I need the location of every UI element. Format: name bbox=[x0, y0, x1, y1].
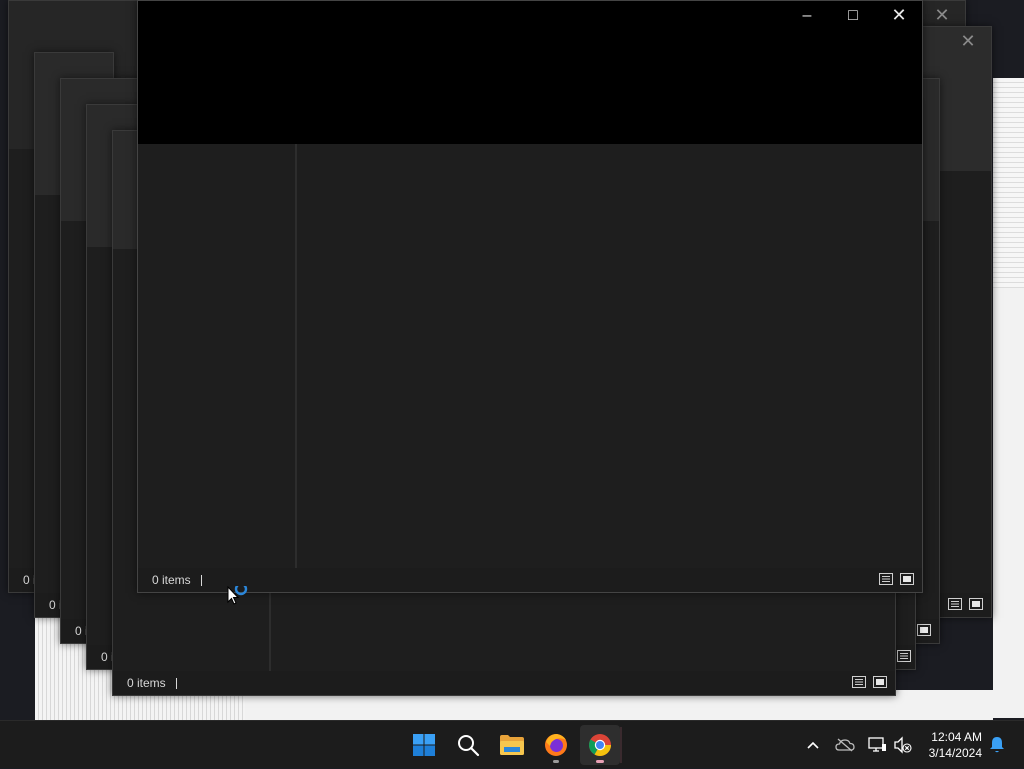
explorer-window-front[interactable]: – □ ✕ 0 items bbox=[137, 0, 923, 593]
chevron-up-icon bbox=[807, 741, 819, 749]
volume-muted-icon bbox=[894, 736, 912, 754]
navigation-pane-divider[interactable] bbox=[269, 581, 271, 671]
status-separator bbox=[175, 677, 177, 689]
firefox-icon bbox=[545, 734, 567, 756]
network-button[interactable] bbox=[864, 721, 890, 769]
details-view-icon[interactable] bbox=[948, 598, 962, 610]
file-explorer-button[interactable] bbox=[492, 725, 532, 765]
close-icon: ✕ bbox=[960, 31, 976, 52]
status-item-count: 0 items bbox=[152, 573, 191, 587]
status-separator bbox=[200, 574, 202, 586]
chrome-button[interactable] bbox=[580, 725, 620, 765]
close-icon: ✕ bbox=[891, 5, 907, 26]
close-button[interactable]: ✕ bbox=[876, 1, 922, 31]
notification-bell-icon bbox=[990, 737, 1004, 753]
view-toggle bbox=[879, 573, 914, 585]
background-app-area bbox=[993, 288, 1024, 718]
onedrive-offline-icon bbox=[835, 738, 855, 752]
maximize-icon: □ bbox=[848, 7, 858, 24]
volume-button[interactable] bbox=[890, 721, 916, 769]
view-toggle bbox=[948, 598, 983, 610]
maximize-button[interactable]: □ bbox=[830, 1, 876, 31]
tiles-view-icon[interactable] bbox=[969, 598, 983, 610]
taskbar: 12:04 AM 3/14/2024 bbox=[0, 720, 1024, 768]
status-item-count: 0 items bbox=[127, 676, 166, 690]
running-indicator bbox=[553, 760, 559, 763]
start-button[interactable] bbox=[404, 725, 444, 765]
clock-date: 3/14/2024 bbox=[928, 746, 982, 760]
details-view-icon[interactable] bbox=[879, 573, 893, 585]
taskbar-divider bbox=[620, 727, 622, 763]
tiles-view-icon[interactable] bbox=[873, 676, 887, 688]
navigation-pane-divider[interactable] bbox=[295, 144, 297, 569]
tiles-view-icon[interactable] bbox=[917, 624, 931, 636]
navigation-pane[interactable] bbox=[138, 144, 295, 569]
search-button[interactable] bbox=[448, 725, 488, 765]
clock-time: 12:04 AM bbox=[931, 730, 982, 744]
tray-overflow-button[interactable] bbox=[802, 721, 824, 769]
cursor-arrow-icon bbox=[227, 582, 248, 605]
tiles-view-icon[interactable] bbox=[900, 573, 914, 585]
view-toggle bbox=[852, 676, 887, 688]
busy-cursor bbox=[227, 582, 251, 610]
folder-icon bbox=[500, 735, 524, 755]
minimize-button[interactable]: – bbox=[784, 1, 830, 31]
close-button[interactable]: ✕ bbox=[945, 27, 991, 57]
close-icon: ✕ bbox=[934, 5, 950, 26]
onedrive-button[interactable] bbox=[832, 721, 858, 769]
background-app-fragment-right bbox=[993, 78, 1024, 288]
clock[interactable]: 12:04 AM 3/14/2024 bbox=[929, 729, 982, 761]
view-toggle bbox=[897, 650, 911, 662]
windows-logo-icon bbox=[413, 734, 435, 756]
details-view-icon[interactable] bbox=[852, 676, 866, 688]
search-icon bbox=[458, 735, 480, 757]
firefox-button[interactable] bbox=[536, 725, 576, 765]
minimize-icon: – bbox=[802, 7, 812, 24]
details-view-icon[interactable] bbox=[897, 650, 911, 662]
notification-button[interactable] bbox=[986, 721, 1008, 769]
status-bar: 0 items bbox=[138, 568, 922, 592]
content-pane[interactable] bbox=[298, 144, 922, 569]
chrome-icon bbox=[589, 734, 611, 756]
active-indicator bbox=[596, 760, 604, 763]
network-icon bbox=[868, 737, 886, 752]
